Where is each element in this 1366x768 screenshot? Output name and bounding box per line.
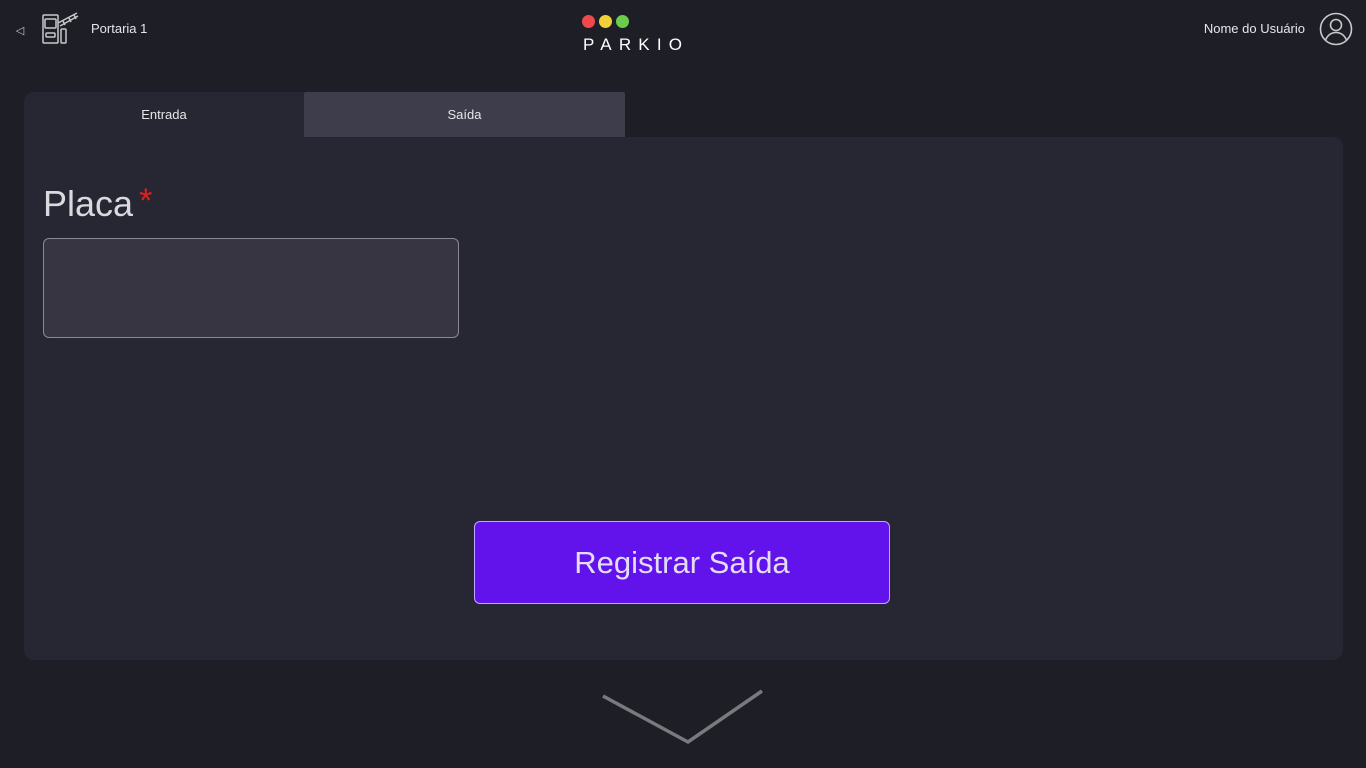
logo-dots [582, 15, 629, 28]
back-icon[interactable]: ◁ [14, 23, 26, 37]
registrar-saida-button[interactable]: Registrar Saída [474, 521, 890, 604]
placa-label-text: Placa [43, 183, 134, 224]
user-circle-icon[interactable] [1319, 12, 1353, 46]
app-header: ◁ Portaria 1 PARKIO Nome do Usuário [0, 0, 1366, 60]
chevron-down-icon[interactable] [600, 688, 766, 746]
tab-bar: Entrada Saída [24, 92, 625, 137]
placa-label: Placa * [43, 182, 153, 225]
logo-dot-yellow [599, 15, 612, 28]
logo-text: PARKIO [583, 35, 690, 54]
placa-input[interactable] [43, 238, 459, 338]
user-name[interactable]: Nome do Usuário [1204, 21, 1305, 36]
tab-saida[interactable]: Saída [304, 92, 625, 137]
logo-dot-red [582, 15, 595, 28]
logo-dot-green [616, 15, 629, 28]
parkio-logo: PARKIO [582, 15, 712, 55]
gate-barrier-icon [42, 12, 79, 44]
tab-entrada[interactable]: Entrada [24, 92, 304, 137]
gate-name: Portaria 1 [91, 21, 148, 36]
form-panel: Placa * Registrar Saída [24, 137, 1343, 660]
required-mark: * [139, 182, 153, 220]
